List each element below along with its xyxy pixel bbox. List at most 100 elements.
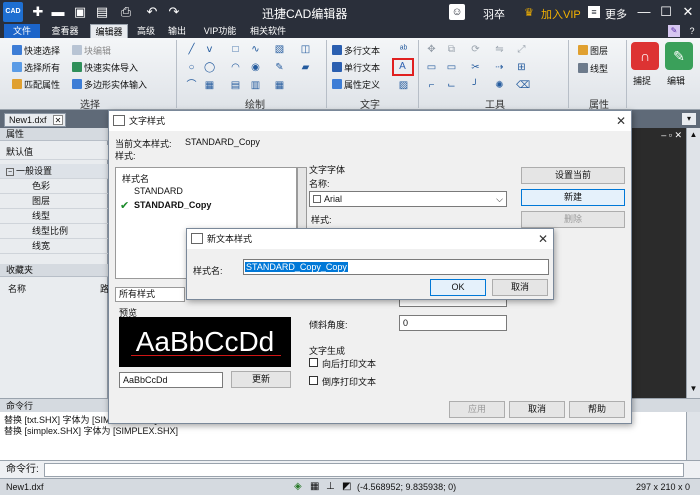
refresh-button[interactable]: 更新 (231, 371, 291, 388)
ellipse-icon[interactable]: ◯ (204, 62, 215, 73)
polyline-icon[interactable]: ⅴ (204, 44, 215, 55)
set-current-button[interactable]: 设置当前 (521, 167, 625, 184)
scroll-down-icon[interactable]: ▼ (688, 384, 699, 394)
quick-select-button[interactable]: 快速选择 (12, 44, 60, 57)
upside-down-checkbox[interactable] (309, 376, 318, 385)
tab-related[interactable]: 相关软件 (248, 24, 288, 38)
pencil-icon[interactable]: ✎ (274, 62, 285, 73)
style-item[interactable]: STANDARD (134, 186, 183, 196)
apply-button[interactable]: 应用 (449, 401, 505, 418)
backward-checkbox[interactable] (309, 358, 318, 367)
ok-button[interactable]: OK (430, 279, 486, 296)
ortho-status-icon[interactable]: ⊥ (326, 479, 335, 495)
property-row[interactable]: 线宽 (0, 239, 108, 254)
line-icon[interactable]: ╱ (186, 44, 197, 55)
hatch-icon[interactable]: ▧ (274, 44, 285, 55)
polygon-input-button[interactable]: 多边形实体输入 (72, 78, 147, 91)
linetype-button[interactable]: 线型 (578, 62, 608, 75)
tab-viewer[interactable]: 查看器 (48, 24, 82, 38)
more-menu[interactable]: 更多 (605, 6, 627, 22)
font-select[interactable]: Arial ⌵ (309, 191, 507, 207)
preview-text-input[interactable]: AaBbCcDd (119, 372, 223, 388)
circle-icon[interactable]: ○ (186, 62, 197, 73)
point-icon[interactable]: ◉ (250, 62, 261, 73)
attr-def-button[interactable]: 属性定义 (332, 78, 380, 91)
save-icon[interactable]: ▣ (72, 4, 88, 20)
fillet-icon[interactable]: ╯ (470, 80, 481, 91)
print-icon[interactable]: ⎙ (118, 4, 134, 20)
property-row[interactable]: 色彩 (0, 179, 108, 194)
dim-icon[interactable]: ⌒ (186, 80, 197, 91)
match-props-button[interactable]: 匹配属性 (12, 78, 60, 91)
property-row[interactable]: 线型比例 (0, 224, 108, 239)
minimize-icon[interactable]: — (636, 4, 652, 20)
collapse-icon[interactable]: − (6, 168, 14, 176)
new-style-button[interactable]: 新建 (521, 189, 625, 206)
default-value-row[interactable]: 默认值 (0, 145, 108, 160)
scale-icon[interactable]: ⤢ (516, 44, 527, 55)
edit-button[interactable]: 编辑 (667, 74, 685, 87)
copy-icon[interactable]: ⧉ (446, 44, 457, 55)
oblique-angle-field[interactable]: 0 (399, 315, 507, 331)
pen-icon[interactable]: ✎ (668, 25, 680, 37)
command-input[interactable] (44, 463, 684, 477)
scroll-up-icon[interactable]: ▲ (688, 130, 699, 140)
polar-status-icon[interactable]: ◩ (342, 479, 351, 495)
user-name[interactable]: 羽卒 (483, 6, 505, 22)
help-button[interactable]: 帮助 (569, 401, 625, 418)
mtext-button[interactable]: 多行文本 (332, 44, 380, 57)
style-name-input[interactable]: STANDARD_Copy_Copy (243, 259, 549, 275)
text-edit-icon[interactable]: ▨ (398, 80, 409, 91)
erase-icon[interactable]: ⌫ (516, 80, 530, 91)
close-icon[interactable]: ✕ (680, 4, 696, 20)
general-section[interactable]: − 一般设置 (0, 164, 108, 179)
vertical-scrollbar[interactable]: ▲ ▼ (686, 128, 700, 398)
close-icon[interactable]: ✕ (535, 231, 551, 247)
favorites-name-column[interactable]: 名称 (8, 282, 26, 295)
cancel-button[interactable]: 取消 (509, 401, 565, 418)
style-filter-select[interactable]: 所有样式 (115, 287, 185, 302)
tab-output[interactable]: 输出 (165, 24, 189, 38)
command-scrollbar[interactable] (686, 412, 700, 460)
text-style-icon[interactable]: A (397, 61, 408, 72)
undo-icon[interactable]: ↶ (144, 4, 160, 20)
close-tab-icon[interactable]: ✕ (53, 115, 63, 125)
tab-file[interactable]: 文件 (4, 24, 40, 38)
rotate-icon[interactable]: ⟳ (470, 44, 481, 55)
property-row[interactable]: 线型 (0, 209, 108, 224)
fill-icon[interactable]: ▰ (300, 62, 311, 73)
open-folder-icon[interactable]: ▬ (50, 4, 66, 20)
extend-icon[interactable]: ⇢ (494, 62, 505, 73)
snap-button[interactable]: 捕捉 (633, 74, 651, 87)
explode-icon[interactable]: ✺ (494, 80, 505, 91)
cancel-new-button[interactable]: 取消 (492, 279, 548, 296)
single-text-button[interactable]: 单行文本 (332, 61, 380, 74)
canvas-window-controls-icon[interactable]: – ▫ ✕ (661, 130, 682, 141)
snap-status-icon[interactable]: ◈ (294, 479, 302, 495)
layers-button[interactable]: 图层 (578, 44, 608, 57)
saveas-icon[interactable]: ▤ (94, 4, 110, 20)
grid-icon[interactable]: ▦ (274, 80, 285, 91)
tab-vip[interactable]: VIP功能 (200, 24, 240, 38)
property-row[interactable]: 图层 (0, 194, 108, 209)
select-all-button[interactable]: 选择所有 (12, 61, 60, 74)
move-icon[interactable]: ✥ (426, 44, 437, 55)
redo-icon[interactable]: ↷ (166, 4, 182, 20)
chamfer-icon[interactable]: ⌙ (446, 80, 457, 91)
vip-link[interactable]: 加入VIP (541, 6, 581, 22)
document-tab[interactable]: New1.dxf ✕ (4, 113, 66, 127)
spline-icon[interactable]: ∿ (250, 44, 261, 55)
block-edit-button[interactable]: 块编辑 (72, 44, 111, 57)
array-icon[interactable]: ▭ (426, 62, 437, 73)
break-icon[interactable]: ⌐ (426, 80, 437, 91)
user-avatar-icon[interactable]: ☺ (449, 4, 465, 20)
rectangle-icon[interactable]: □ (230, 44, 241, 55)
close-icon[interactable]: ✕ (613, 113, 629, 129)
trim-icon[interactable]: ✂ (470, 62, 481, 73)
table-icon[interactable]: ▤ (230, 80, 241, 91)
region-icon[interactable]: ◫ (300, 44, 311, 55)
tab-editor[interactable]: 编辑器 (90, 24, 128, 38)
more-icon[interactable]: ≡ (588, 6, 600, 18)
new-file-icon[interactable]: ✚ (30, 4, 46, 20)
help-icon[interactable]: ? (686, 25, 698, 37)
